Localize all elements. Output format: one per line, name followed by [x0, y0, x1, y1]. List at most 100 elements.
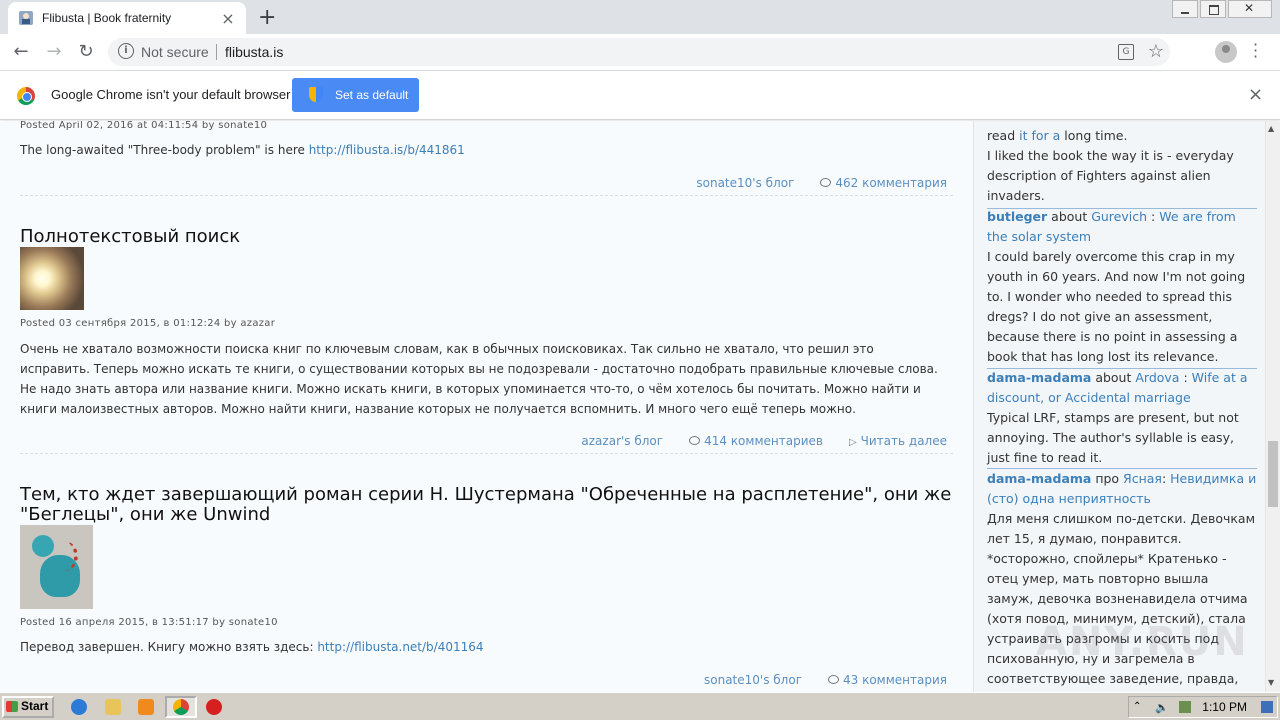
comment-icon [820, 178, 832, 187]
comment-author[interactable]: dama-madama [987, 471, 1091, 486]
windows-taskbar: Start ⌃ 🔈 1:10 PM [0, 692, 1280, 720]
clock: 1:10 PM [1202, 700, 1247, 714]
tray-expand-icon[interactable]: ⌃ [1133, 701, 1145, 713]
comment-colon: : [1179, 370, 1192, 385]
default-browser-infobar: Google Chrome isn't your default browser… [0, 72, 1280, 120]
chrome-logo-icon [17, 87, 35, 105]
comment-author[interactable]: butleger [987, 209, 1047, 224]
post-title[interactable]: Полнотекстовый поиск [20, 227, 960, 247]
book-author-link[interactable]: Gurevich [1091, 209, 1147, 224]
set-as-default-label: Set as default [335, 88, 409, 102]
tab-title: Flibusta | Book fraternity [42, 11, 172, 25]
internet-explorer-icon[interactable] [71, 699, 87, 715]
comments-link[interactable]: 414 комментариев [689, 434, 823, 448]
tab-flibusta[interactable]: Flibusta | Book fraternity × [8, 2, 246, 34]
network-icon[interactable] [1179, 701, 1191, 713]
comments-count: 414 комментариев [704, 434, 823, 448]
post-text: Перевод завершен. Книгу можно взять здес… [20, 640, 318, 654]
window-controls [1170, 0, 1272, 18]
comment-item: dama-madama about Ardova : Wife at a dis… [987, 368, 1257, 468]
comment-item: butleger about Gurevich : We are from th… [987, 207, 1257, 367]
scroll-down-arrow-icon[interactable]: ▼ [1268, 678, 1274, 687]
comment-icon [828, 675, 839, 684]
post-link[interactable]: http://flibusta.net/b/401164 [317, 640, 483, 654]
antivirus-icon[interactable] [206, 699, 222, 715]
infobar-message: Google Chrome isn't your default browser [51, 87, 291, 102]
book-author-link[interactable]: Ясная [1123, 471, 1162, 486]
dino-toy-spikes [50, 541, 78, 571]
media-player-icon[interactable] [138, 699, 154, 715]
minimize-button[interactable] [1172, 0, 1198, 18]
translate-icon[interactable]: G [1118, 44, 1134, 60]
post-link[interactable]: http://flibusta.is/b/441861 [309, 143, 465, 157]
post-divider [20, 195, 953, 196]
page-content: Posted April 02, 2016 at 04:11:54 by son… [0, 121, 1280, 692]
post-meta: Posted 03 сентября 2015, в 01:12:24 by a… [20, 318, 276, 329]
browser-toolbar: ← → ↻ i Not secure flibusta.is G ☆ · · · [0, 34, 1280, 71]
comments-count: 462 комментария [835, 176, 947, 190]
post-meta: Posted 16 апреля 2015, в 13:51:17 by son… [20, 617, 278, 628]
comment-body: I could barely overcome this crap in my … [987, 249, 1246, 364]
system-tray: ⌃ 🔈 1:10 PM [1128, 696, 1278, 718]
comment-text: read [987, 128, 1020, 143]
comment-about: about [1047, 209, 1092, 224]
anyrun-watermark: ANY.RUN [1036, 619, 1249, 665]
window-close-button[interactable] [1228, 0, 1272, 18]
post-body: The long-awaited "Three-body problem" is… [20, 140, 945, 160]
comment-colon: : [1161, 471, 1171, 486]
comments-link[interactable]: 43 комментария [828, 673, 947, 687]
read-more-link[interactable]: ▷ Читать далее [849, 434, 947, 448]
chrome-taskbar-button[interactable] [165, 696, 197, 718]
not-secure-label[interactable]: Not secure [141, 44, 209, 60]
tab-strip: Flibusta | Book fraternity × + [0, 0, 1280, 34]
book-author-link[interactable]: Ardova [1135, 370, 1179, 385]
comment-icon [689, 436, 701, 445]
comment-author[interactable]: dama-madama [987, 370, 1091, 385]
address-bar[interactable]: i Not secure flibusta.is G ☆ [108, 38, 1170, 66]
show-desktop-icon[interactable] [1261, 701, 1273, 713]
comment-text: long time. [1060, 128, 1128, 143]
profile-avatar-icon[interactable] [1215, 41, 1237, 63]
comment-link[interactable]: it for a [1019, 128, 1060, 143]
post-thumbnail [20, 247, 84, 310]
comment-colon: : [1147, 209, 1160, 224]
reload-icon[interactable]: ↻ [74, 41, 98, 65]
start-button[interactable]: Start [2, 696, 54, 718]
post-title[interactable]: Тем, кто ждет завершающий роман серии Н.… [20, 485, 960, 525]
forward-arrow-icon[interactable]: → [42, 41, 66, 65]
url-text[interactable]: flibusta.is [225, 44, 283, 60]
back-arrow-icon[interactable]: ← [9, 41, 33, 65]
blog-column: Posted April 02, 2016 at 04:11:54 by son… [0, 121, 973, 692]
bookmark-star-icon[interactable]: ☆ [1148, 41, 1164, 62]
infobar-close-icon[interactable]: × [1248, 84, 1263, 105]
flibusta-favicon-icon [19, 11, 33, 25]
info-icon[interactable]: i [118, 43, 134, 59]
blog-link[interactable]: sonate10's блог [704, 673, 802, 687]
tab-close-icon[interactable]: × [220, 9, 236, 28]
blog-link[interactable]: azazar's блог [581, 434, 663, 448]
post-text: The long-awaited "Three-body problem" is… [20, 143, 309, 157]
scrollbar-thumb[interactable] [1268, 441, 1278, 507]
set-as-default-button[interactable]: Set as default [292, 78, 419, 112]
post-links: sonate10's блог 462 комментария [696, 176, 947, 190]
volume-icon[interactable]: 🔈 [1155, 701, 1169, 714]
omnibox-separator [216, 44, 217, 60]
maximize-button[interactable] [1200, 0, 1226, 18]
post-thumbnail [20, 525, 93, 609]
scroll-up-arrow-icon[interactable]: ▲ [1268, 124, 1274, 133]
uac-shield-icon [309, 87, 323, 102]
post-links: sonate10's блог 43 комментария [704, 673, 947, 687]
post-meta: Posted April 02, 2016 at 04:11:54 by son… [20, 121, 268, 131]
blog-link[interactable]: sonate10's блог [696, 176, 794, 190]
comment-about: about [1091, 370, 1136, 385]
comment-body: Typical LRF, stamps are present, but not… [987, 410, 1239, 465]
post-body: Перевод завершен. Книгу можно взять здес… [20, 637, 945, 657]
chrome-menu-icon[interactable]: · · · [1253, 37, 1258, 65]
read-more-label: Читать далее [860, 434, 947, 448]
folder-icon[interactable] [105, 699, 121, 715]
comments-link[interactable]: 462 комментария [820, 176, 947, 190]
comments-count: 43 комментария [843, 673, 947, 687]
page-scrollbar[interactable]: ▲ ▼ [1265, 121, 1280, 692]
new-tab-button[interactable]: + [258, 5, 276, 30]
comment-about: про [1091, 471, 1124, 486]
